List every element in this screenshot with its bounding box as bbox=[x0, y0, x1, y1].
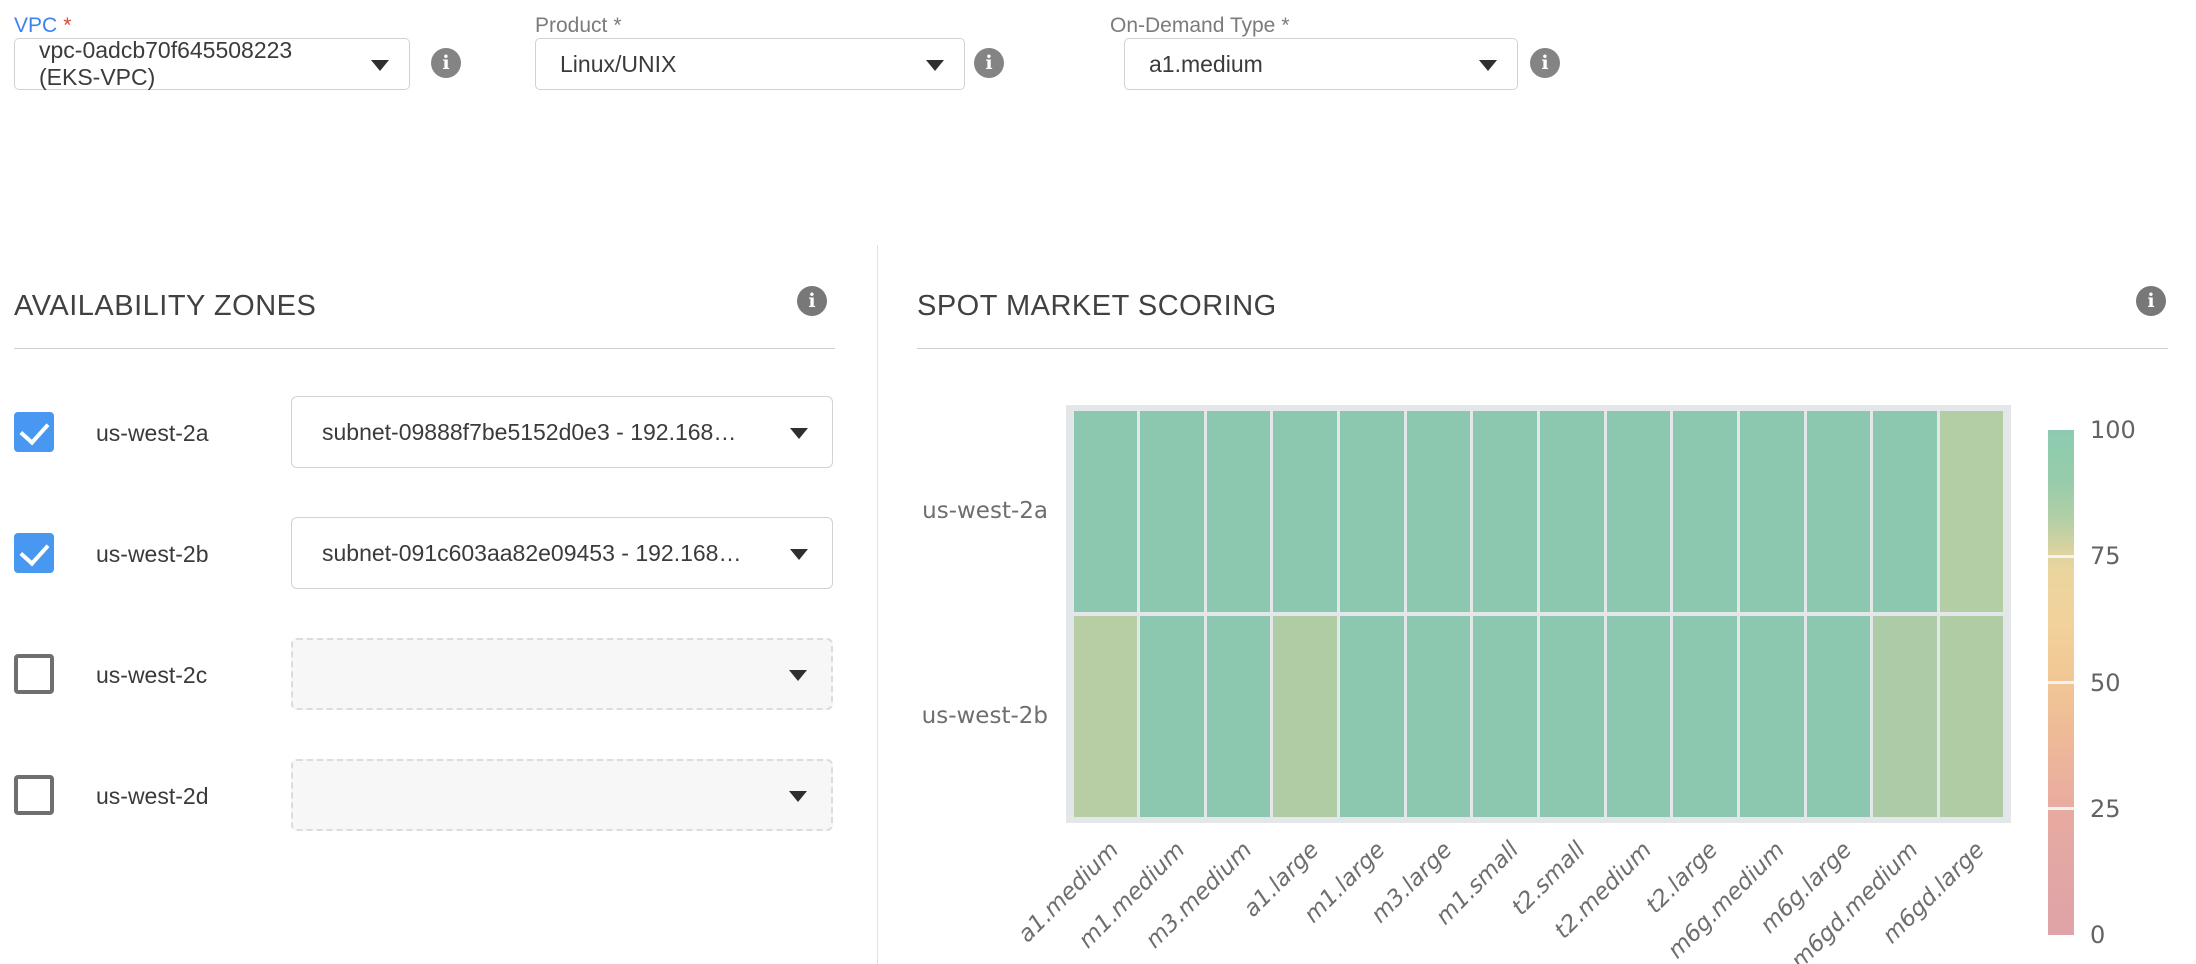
chevron-down-icon bbox=[790, 549, 808, 560]
heatmap-cell-us-west-2b-m1.small[interactable] bbox=[1473, 616, 1537, 817]
chevron-down-icon bbox=[1479, 60, 1497, 71]
required-asterisk: * bbox=[63, 14, 71, 37]
heatmap-colorbar bbox=[2048, 430, 2074, 935]
az-checkbox-us-west-2c[interactable] bbox=[14, 654, 54, 694]
az-zone-label: us-west-2a bbox=[96, 420, 208, 447]
on-demand-type-field-label: On-Demand Type * bbox=[1110, 14, 1290, 38]
chevron-down-icon bbox=[926, 60, 944, 71]
heatmap-cell-us-west-2b-m1.large[interactable] bbox=[1340, 616, 1404, 817]
product-select-value: Linux/UNIX bbox=[560, 51, 676, 78]
subnet-select-value: subnet-09888f7be5152d0e3 - 192.168… bbox=[322, 419, 736, 446]
heatmap-cell-us-west-2a-t2.large[interactable] bbox=[1673, 411, 1737, 612]
availability-zones-divider bbox=[14, 348, 835, 349]
required-asterisk: * bbox=[613, 14, 621, 37]
colorbar-tick-label: 50 bbox=[2090, 669, 2121, 697]
heatmap-cell-us-west-2b-m3.medium[interactable] bbox=[1207, 616, 1271, 817]
heatmap-cell-us-west-2b-t2.large[interactable] bbox=[1673, 616, 1737, 817]
on-demand-type-info-icon[interactable]: i bbox=[1530, 48, 1560, 78]
colorbar-tick-line bbox=[2048, 555, 2074, 558]
heatmap-cell-us-west-2a-a1.medium[interactable] bbox=[1074, 411, 1138, 612]
az-zone-label: us-west-2d bbox=[96, 783, 208, 810]
az-checkbox-us-west-2a[interactable] bbox=[14, 412, 54, 452]
colorbar-tick-label: 100 bbox=[2090, 416, 2136, 444]
panel-vertical-divider bbox=[877, 245, 878, 964]
heatmap-cell-us-west-2b-m6g.large[interactable] bbox=[1807, 616, 1871, 817]
heatmap-x-axis-label: m6g.medium bbox=[1663, 837, 1790, 964]
heatmap-cell-us-west-2a-m6gd.large[interactable] bbox=[1940, 411, 2004, 612]
info-glyph: i bbox=[985, 52, 992, 74]
chevron-down-icon bbox=[789, 791, 807, 802]
heatmap-cell-us-west-2b-m3.large[interactable] bbox=[1407, 616, 1471, 817]
heatmap-cell-us-west-2a-m3.medium[interactable] bbox=[1207, 411, 1271, 612]
vpc-info-icon[interactable]: i bbox=[431, 48, 461, 78]
colorbar-tick-label: 0 bbox=[2090, 921, 2105, 949]
heatmap-cell-us-west-2a-t2.medium[interactable] bbox=[1607, 411, 1671, 612]
subnet-select-us-west-2a[interactable]: subnet-09888f7be5152d0e3 - 192.168… bbox=[291, 396, 833, 468]
heatmap-cell-us-west-2b-a1.medium[interactable] bbox=[1074, 616, 1138, 817]
heatmap-cell-us-west-2b-m6g.medium[interactable] bbox=[1740, 616, 1804, 817]
heatmap-cell-us-west-2a-m1.small[interactable] bbox=[1473, 411, 1537, 612]
vpc-select-value: vpc-0adcb70f645508223 (EKS-VPC) bbox=[39, 37, 355, 91]
info-glyph: i bbox=[2147, 290, 2154, 312]
info-glyph: i bbox=[1541, 52, 1548, 74]
heatmap-cell-us-west-2b-m6gd.medium[interactable] bbox=[1873, 616, 1937, 817]
product-info-icon[interactable]: i bbox=[974, 48, 1004, 78]
spot-market-scoring-title: SPOT MARKET SCORING bbox=[917, 290, 1277, 323]
heatmap-cell-us-west-2a-t2.small[interactable] bbox=[1540, 411, 1604, 612]
info-glyph: i bbox=[442, 52, 449, 74]
spot-market-scoring-info-icon[interactable]: i bbox=[2136, 286, 2166, 316]
on-demand-type-select-value: a1.medium bbox=[1149, 51, 1263, 78]
chevron-down-icon bbox=[790, 428, 808, 439]
heatmap-cell-us-west-2a-m1.medium[interactable] bbox=[1140, 411, 1204, 612]
heatmap-y-axis-label: us-west-2a bbox=[828, 498, 1048, 524]
colorbar-tick-label: 75 bbox=[2090, 542, 2121, 570]
az-zone-label: us-west-2c bbox=[96, 662, 207, 689]
availability-zones-info-icon[interactable]: i bbox=[797, 286, 827, 316]
info-glyph: i bbox=[808, 290, 815, 312]
heatmap-y-axis-label: us-west-2b bbox=[828, 703, 1048, 729]
on-demand-type-label-text: On-Demand Type bbox=[1110, 14, 1275, 37]
colorbar-tick-line bbox=[2048, 681, 2074, 684]
vpc-select[interactable]: vpc-0adcb70f645508223 (EKS-VPC) bbox=[14, 38, 410, 90]
heatmap-cell-us-west-2a-m6gd.medium[interactable] bbox=[1873, 411, 1937, 612]
subnet-select-us-west-2b[interactable]: subnet-091c603aa82e09453 - 192.168… bbox=[291, 517, 833, 589]
on-demand-type-select[interactable]: a1.medium bbox=[1124, 38, 1518, 90]
availability-zones-title: AVAILABILITY ZONES bbox=[14, 290, 316, 323]
colorbar-tick-line bbox=[2048, 807, 2074, 810]
heatmap-cell-us-west-2a-m6g.large[interactable] bbox=[1807, 411, 1871, 612]
heatmap-cell-us-west-2a-m6g.medium[interactable] bbox=[1740, 411, 1804, 612]
colorbar-tick-label: 25 bbox=[2090, 795, 2121, 823]
heatmap-cell-us-west-2a-m3.large[interactable] bbox=[1407, 411, 1471, 612]
heatmap-cell-us-west-2b-m1.medium[interactable] bbox=[1140, 616, 1204, 817]
heatmap-cell-us-west-2b-t2.small[interactable] bbox=[1540, 616, 1604, 817]
vpc-label-text: VPC bbox=[14, 14, 57, 37]
required-asterisk: * bbox=[1281, 14, 1289, 37]
heatmap-cell-us-west-2b-t2.medium[interactable] bbox=[1607, 616, 1671, 817]
product-field-label: Product * bbox=[535, 14, 622, 38]
chevron-down-icon bbox=[789, 670, 807, 681]
spot-market-scoring-divider bbox=[917, 348, 2168, 349]
az-zone-label: us-west-2b bbox=[96, 541, 208, 568]
subnet-select-us-west-2d bbox=[291, 759, 833, 831]
chevron-down-icon bbox=[371, 60, 389, 71]
az-checkbox-us-west-2d[interactable] bbox=[14, 775, 54, 815]
subnet-select-value: subnet-091c603aa82e09453 - 192.168… bbox=[322, 540, 741, 567]
heatmap-cell-us-west-2a-m1.large[interactable] bbox=[1340, 411, 1404, 612]
product-select[interactable]: Linux/UNIX bbox=[535, 38, 965, 90]
heatmap-cell-us-west-2b-m6gd.large[interactable] bbox=[1940, 616, 2004, 817]
az-checkbox-us-west-2b[interactable] bbox=[14, 533, 54, 573]
product-label-text: Product bbox=[535, 14, 607, 37]
subnet-select-us-west-2c bbox=[291, 638, 833, 710]
heatmap-cell-us-west-2a-a1.large[interactable] bbox=[1273, 411, 1337, 612]
spot-configuration-page: VPC * vpc-0adcb70f645508223 (EKS-VPC) i P… bbox=[0, 0, 2196, 964]
vpc-field-label: VPC * bbox=[14, 14, 71, 38]
heatmap-cell-us-west-2b-a1.large[interactable] bbox=[1273, 616, 1337, 817]
